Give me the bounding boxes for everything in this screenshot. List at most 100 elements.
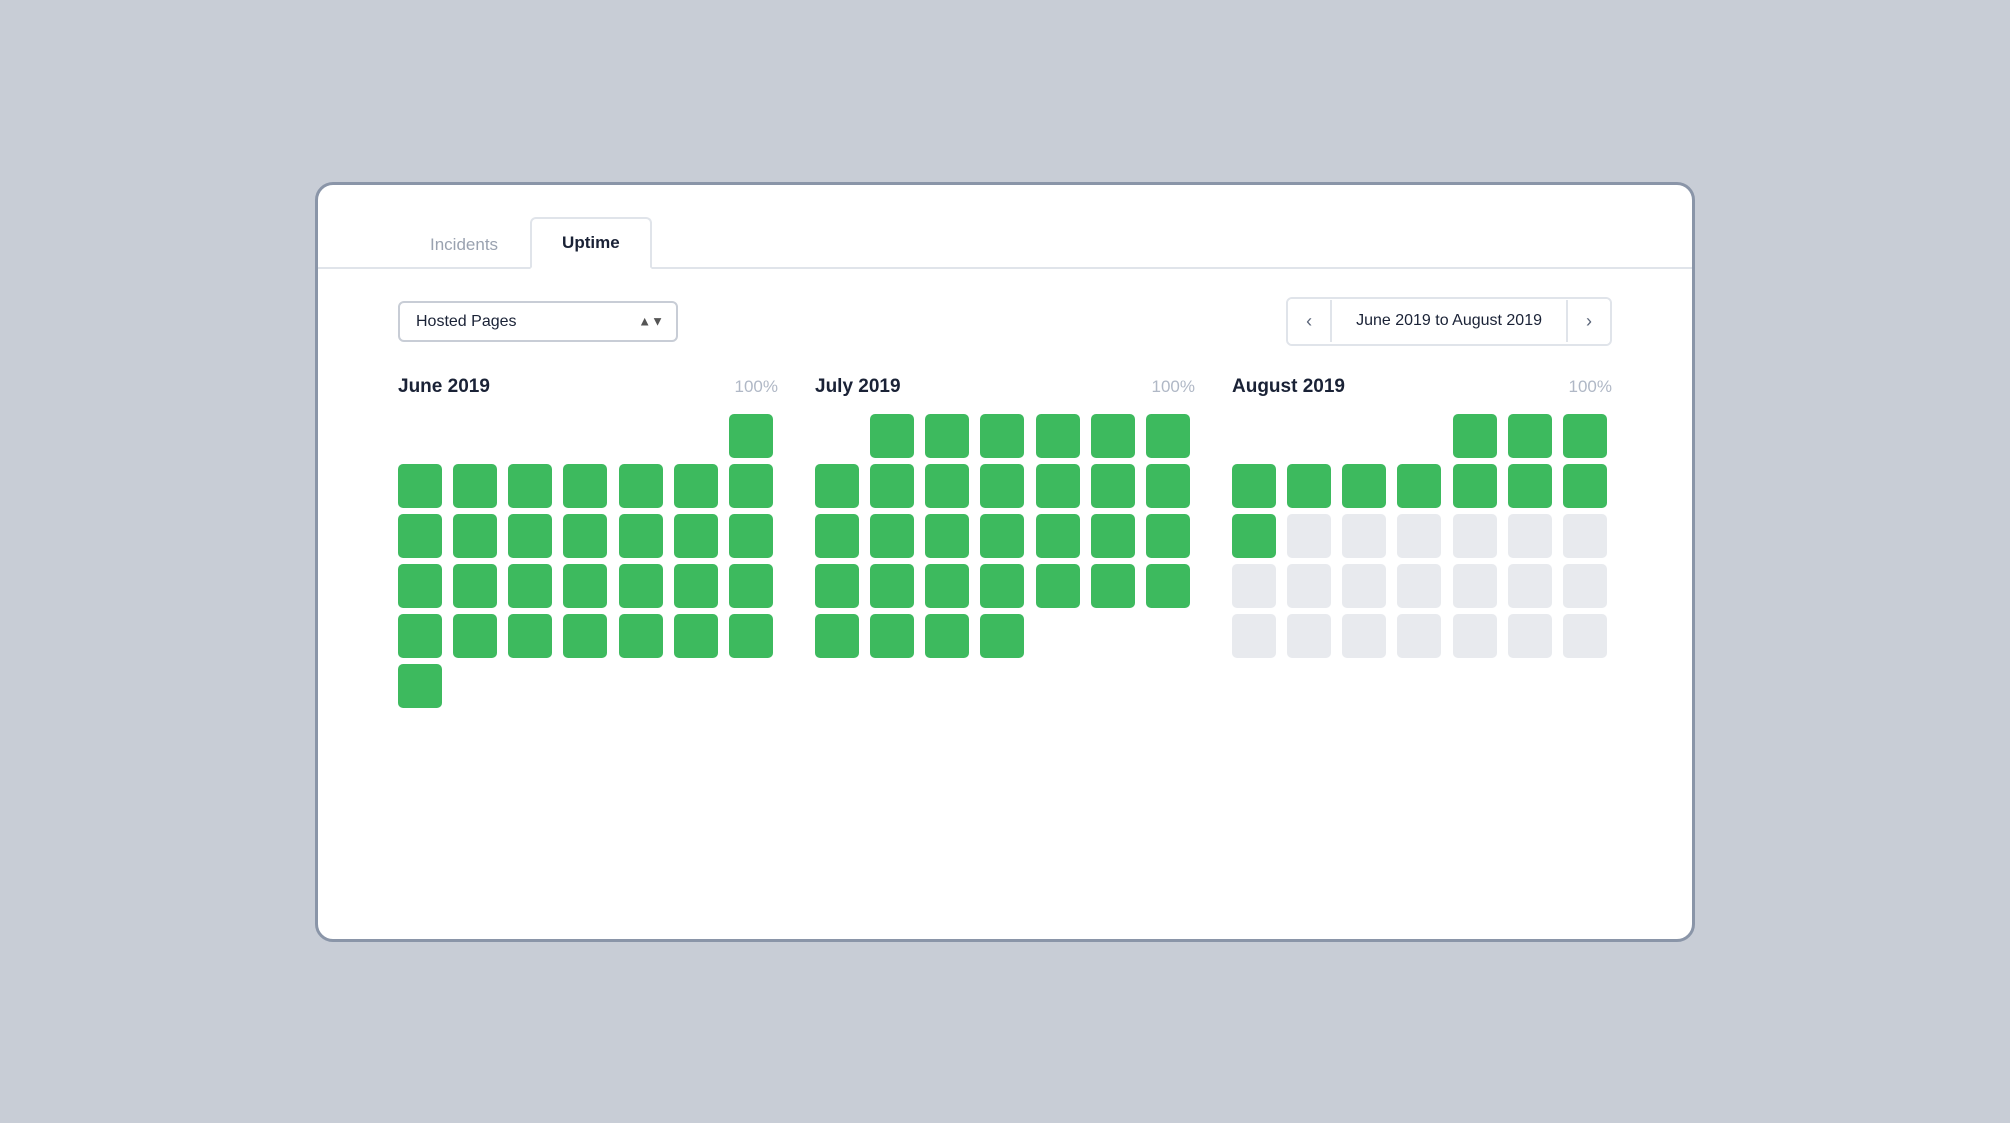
day-cell [1287,464,1331,508]
day-cell [508,564,552,608]
day-cell [1508,464,1552,508]
prev-date-button[interactable]: ‹ [1288,299,1330,344]
service-select[interactable]: Hosted Pages API Website Dashboard [398,301,678,342]
day-cell [398,614,442,658]
day-cell [453,614,497,658]
day-cell [1342,464,1386,508]
day-cell [1563,514,1607,558]
day-cell [453,564,497,608]
day-cell [815,614,859,658]
day-cell [1508,614,1552,658]
day-cell [729,514,773,558]
day-cell [815,464,859,508]
tab-incidents[interactable]: Incidents [398,219,530,269]
day-cell [1508,414,1552,458]
day-cell [729,614,773,658]
day-cell [925,514,969,558]
service-select-wrapper: Hosted Pages API Website Dashboard ▲▼ [398,301,678,342]
day-cell [1146,414,1190,458]
day-cell [925,464,969,508]
day-cell [1508,564,1552,608]
tab-uptime[interactable]: Uptime [530,217,652,269]
day-cell [563,514,607,558]
day-cell [1563,414,1607,458]
day-cell [1342,514,1386,558]
day-cell [1342,564,1386,608]
day-cell [870,414,914,458]
day-cell [674,514,718,558]
day-cell [870,614,914,658]
july-pct-label: 100% [1152,377,1195,397]
day-cell [1287,614,1331,658]
day-empty [1342,414,1386,458]
day-cell [925,564,969,608]
august-grid [1232,414,1612,658]
day-cell [563,464,607,508]
day-cell [1036,564,1080,608]
date-range-label: June 2019 to August 2019 [1330,300,1568,342]
day-cell [508,614,552,658]
day-cell [980,614,1024,658]
day-cell [1563,564,1607,608]
day-cell [1453,414,1497,458]
tabs-bar: Incidents Uptime [318,215,1692,269]
day-cell [1232,614,1276,658]
day-cell [1036,414,1080,458]
day-cell [453,514,497,558]
day-empty [398,414,442,458]
day-cell [1342,614,1386,658]
main-frame: Incidents Uptime Hosted Pages API Websit… [315,182,1695,942]
day-cell [398,464,442,508]
day-cell [619,464,663,508]
day-cell [508,514,552,558]
day-cell [1508,514,1552,558]
day-cell [1563,614,1607,658]
day-empty [674,414,718,458]
day-cell [1091,514,1135,558]
day-empty [508,414,552,458]
day-cell [1232,514,1276,558]
day-empty [1397,414,1441,458]
next-date-button[interactable]: › [1568,299,1610,344]
calendar-august-header: August 2019 100% [1232,376,1612,398]
day-cell [1453,514,1497,558]
july-grid [815,414,1195,658]
calendar-july-header: July 2019 100% [815,376,1195,398]
day-cell [1232,464,1276,508]
day-cell [1563,464,1607,508]
day-cell [563,614,607,658]
day-cell [1397,614,1441,658]
calendar-august: August 2019 100% [1232,376,1612,708]
chevron-right-icon: › [1586,311,1592,332]
day-cell [1453,614,1497,658]
day-cell [1036,464,1080,508]
day-cell [1397,514,1441,558]
day-cell [563,564,607,608]
day-cell [1397,464,1441,508]
chevron-left-icon: ‹ [1306,311,1312,332]
day-cell [398,564,442,608]
day-empty [1287,414,1331,458]
calendar-june: June 2019 100% [398,376,778,708]
day-cell [980,464,1024,508]
day-cell [1232,564,1276,608]
day-cell [1453,464,1497,508]
day-cell [1091,464,1135,508]
july-month-label: July 2019 [815,376,901,398]
day-cell [508,464,552,508]
day-cell [674,564,718,608]
day-cell [1146,464,1190,508]
day-cell [619,514,663,558]
june-grid [398,414,778,708]
day-cell [980,414,1024,458]
day-cell [870,514,914,558]
day-cell [1146,514,1190,558]
day-cell [729,564,773,608]
day-cell [925,414,969,458]
day-cell [619,564,663,608]
day-cell [1287,564,1331,608]
august-month-label: August 2019 [1232,376,1345,398]
day-empty [563,414,607,458]
day-cell [870,564,914,608]
day-cell [674,464,718,508]
